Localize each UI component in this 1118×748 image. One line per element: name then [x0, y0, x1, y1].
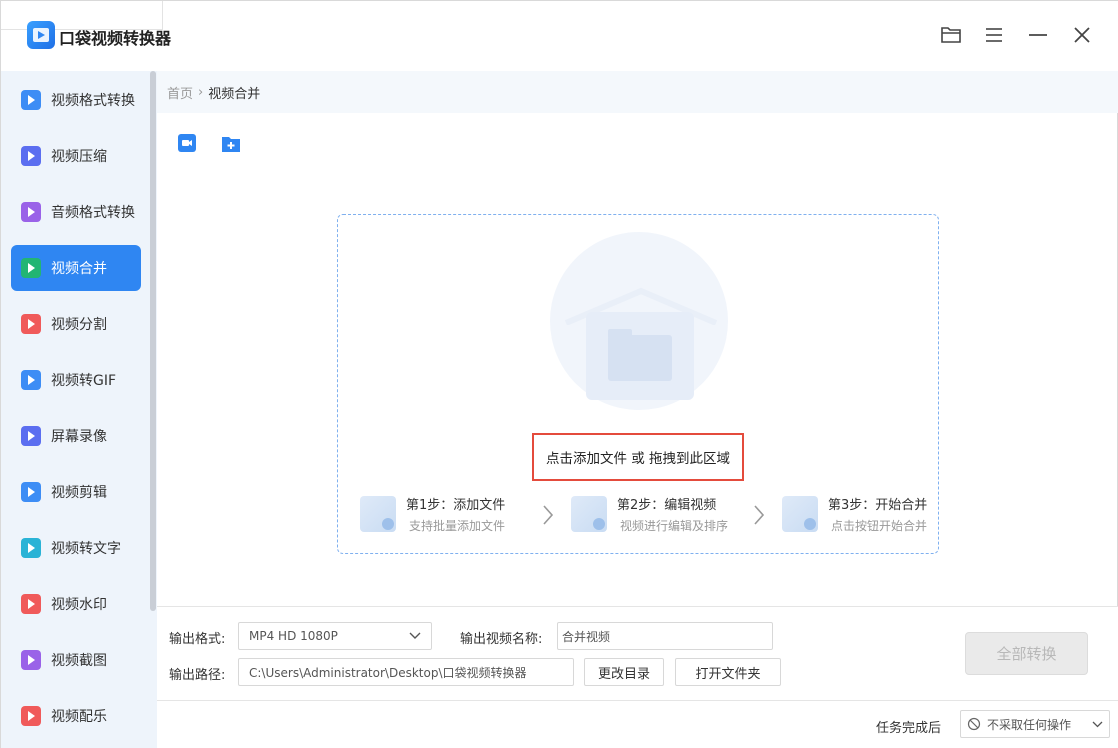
sidebar-item-label: 视频配乐 [51, 709, 107, 725]
sidebar: 视频格式转换 视频压缩 音频格式转换 视频合并 视频分割 视频转GIF 屏幕录像 [1, 71, 157, 748]
open-folder-button[interactable]: 打开文件夹 [675, 658, 781, 686]
output-format-label: 输出格式: [169, 632, 226, 647]
step-1: 第1步：添加文件 支持批量添加文件 [360, 494, 520, 534]
breadcrumb-home[interactable]: 首页 [167, 83, 193, 102]
after-task-select[interactable]: 不采取任何操作 [960, 710, 1110, 738]
step-desc: 点击按钮开始合并 [831, 519, 928, 533]
sidebar-item-audio-format-convert[interactable]: 音频格式转换 [11, 189, 141, 235]
sidebar-item-video-format-convert[interactable]: 视频格式转换 [11, 77, 141, 123]
app-logo-icon [27, 21, 55, 49]
output-name-value: 合并视频 [562, 629, 611, 644]
sidebar-item-label: 视频格式转换 [51, 93, 135, 109]
start-merge-step-icon [782, 496, 818, 532]
divider [157, 700, 1118, 701]
sidebar-item-video-watermark[interactable]: 视频水印 [11, 581, 141, 627]
output-path-input[interactable]: C:\Users\Administrator\Desktop\口袋视频转换器 [238, 658, 574, 686]
folder-icon [608, 329, 672, 381]
close-icon[interactable] [1070, 23, 1094, 47]
menu-icon[interactable] [982, 23, 1006, 47]
convert-all-button[interactable]: 全部转换 [965, 632, 1088, 675]
video-gif-icon [21, 370, 41, 390]
output-format-value: MP4 HD 1080P [249, 629, 338, 643]
video-music-icon [21, 706, 41, 726]
sidebar-item-video-merge[interactable]: 视频合并 [11, 245, 141, 291]
sidebar-item-label: 视频转GIF [51, 373, 117, 389]
add-file-hint[interactable]: 点击添加文件 或 拖拽到此区域 [532, 433, 744, 481]
chevron-right-icon [754, 505, 765, 525]
chevron-down-icon [1092, 721, 1103, 728]
video-convert-icon [21, 90, 41, 110]
add-file-step-icon [360, 496, 396, 532]
file-drop-zone[interactable]: 点击添加文件 或 拖拽到此区域 第1步：添加文件 支持批量添加文件 第2步：编辑… [337, 214, 939, 554]
sidebar-item-label: 视频转文字 [51, 541, 121, 557]
video-watermark-icon [21, 594, 41, 614]
edit-video-step-icon [571, 496, 607, 532]
breadcrumb-current: 视频合并 [208, 86, 261, 102]
sidebar-item-video-to-text[interactable]: 视频转文字 [11, 525, 141, 571]
sidebar-item-label: 视频剪辑 [51, 485, 107, 501]
step-desc: 视频进行编辑及排序 [620, 519, 729, 533]
sidebar-item-video-compress[interactable]: 视频压缩 [11, 133, 141, 179]
add-folder-icon[interactable] [221, 133, 241, 153]
output-path-label: 输出路径: [169, 668, 226, 683]
video-screenshot-icon [21, 650, 41, 670]
output-format-select[interactable]: MP4 HD 1080P [238, 622, 432, 650]
sidebar-item-label: 视频合并 [51, 261, 107, 277]
sidebar-item-label: 视频截图 [51, 653, 107, 669]
chevron-right-icon [543, 505, 554, 525]
sidebar-item-video-music[interactable]: 视频配乐 [11, 693, 141, 739]
output-name-label: 输出视频名称: [460, 632, 543, 647]
sidebar-item-video-to-gif[interactable]: 视频转GIF [11, 357, 141, 403]
video-compress-icon [21, 146, 41, 166]
output-path-value: C:\Users\Administrator\Desktop\口袋视频转换器 [249, 665, 527, 680]
no-action-icon [967, 717, 981, 731]
app-window: 口袋视频转换器 视频格式转换 视频压缩 音频格式转换 视频合并 视频分割 视频转… [0, 0, 1118, 748]
output-name-input[interactable]: 合并视频 [557, 622, 773, 650]
title-bar: 口袋视频转换器 [1, 1, 1118, 71]
sidebar-item-video-edit[interactable]: 视频剪辑 [11, 469, 141, 515]
step-desc: 支持批量添加文件 [409, 519, 506, 533]
video-text-icon [21, 538, 41, 558]
after-task-value: 不采取任何操作 [987, 717, 1072, 732]
sidebar-item-label: 音频格式转换 [51, 205, 135, 221]
step-title: 第3步：开始合并 [828, 498, 928, 513]
sidebar-item-screen-record[interactable]: 屏幕录像 [11, 413, 141, 459]
step-2: 第2步：编辑视频 视频进行编辑及排序 [571, 494, 741, 534]
sidebar-item-video-split[interactable]: 视频分割 [11, 301, 141, 347]
step-3: 第3步：开始合并 点击按钮开始合并 [782, 494, 932, 534]
after-task-label: 任务完成后 [876, 721, 942, 736]
add-video-icon[interactable] [177, 133, 197, 153]
sidebar-item-label: 视频分割 [51, 317, 107, 333]
change-directory-button[interactable]: 更改目录 [584, 658, 664, 686]
open-folder-icon[interactable] [939, 23, 963, 47]
output-settings-panel: 输出格式: MP4 HD 1080P 输出视频名称: 合并视频 输出路径: C:… [157, 606, 1118, 748]
step-title: 第2步：编辑视频 [617, 498, 717, 513]
audio-convert-icon [21, 202, 41, 222]
breadcrumb-separator: › [198, 84, 204, 100]
step-title: 第1步：添加文件 [406, 498, 506, 513]
minimize-icon[interactable] [1026, 23, 1050, 47]
app-title: 口袋视频转换器 [59, 29, 172, 48]
chevron-down-icon [409, 632, 421, 639]
sidebar-item-label: 视频水印 [51, 597, 107, 613]
video-edit-icon [21, 482, 41, 502]
video-merge-icon [21, 258, 41, 278]
screen-record-icon [21, 426, 41, 446]
sidebar-item-video-screenshot[interactable]: 视频截图 [11, 637, 141, 683]
sidebar-item-label: 视频压缩 [51, 149, 107, 165]
video-split-icon [21, 314, 41, 334]
breadcrumb: 首页 › 视频合并 [157, 71, 1118, 113]
sidebar-item-label: 屏幕录像 [51, 429, 107, 445]
sidebar-scrollbar[interactable] [150, 71, 156, 611]
